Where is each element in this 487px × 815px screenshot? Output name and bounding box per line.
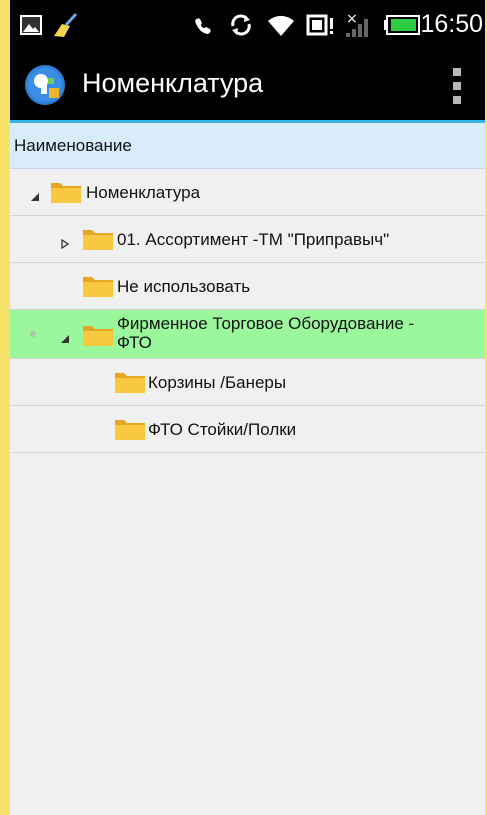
svg-text:×: × [346, 11, 358, 27]
folder-icon [82, 227, 114, 251]
tree-row-label: Не использовать [117, 276, 251, 296]
tree-row-baskets[interactable]: Корзины /Банеры [10, 359, 485, 406]
tree-row-label: ФТО Стойки/Полки [148, 419, 297, 439]
tree-row-label: Корзины /Банеры [148, 372, 287, 392]
tree-row-assortment[interactable]: 01. Ассортимент -ТМ "Приправыч" [10, 216, 485, 263]
expand-triangle-icon[interactable] [30, 187, 42, 201]
status-bar: × 16:50 [10, 0, 485, 50]
image-notification-icon [18, 12, 44, 38]
app-title: Номенклатура [82, 68, 264, 98]
tree-row-label-line1: Фирменное Торговое Оборудование - [117, 314, 415, 333]
folder-icon [82, 274, 114, 298]
tree-row-label: Фирменное Торговое Оборудование - ФТО [117, 314, 414, 352]
tree-row-label-line2: ФТО [117, 333, 152, 352]
tree-view: Наименование Номенклатура 01. Ассортимен… [10, 123, 485, 815]
folder-icon [50, 180, 82, 204]
tree-row-do-not-use[interactable]: Не использовать [10, 263, 485, 310]
folder-icon [114, 370, 146, 394]
battery-icon [384, 12, 420, 38]
app-logo-icon[interactable] [24, 64, 66, 106]
folder-icon [114, 417, 146, 441]
call-forward-icon [190, 12, 216, 38]
action-bar: Номенклатура [10, 50, 485, 123]
folder-icon [82, 323, 114, 347]
column-header[interactable]: Наименование [10, 123, 485, 169]
wifi-icon [266, 12, 296, 38]
tree-row-nomenclature[interactable]: Номенклатура [10, 169, 485, 216]
collapsed-triangle-icon[interactable] [60, 234, 72, 250]
sync-icon [228, 12, 254, 38]
tree-row-branded-equipment[interactable]: Фирменное Торговое Оборудование - ФТО [10, 310, 485, 359]
overflow-menu-icon[interactable] [453, 68, 463, 104]
expand-triangle-icon[interactable] [60, 329, 72, 343]
status-time: 16:50 [420, 10, 483, 38]
tree-row-label: Номенклатура [86, 182, 201, 202]
phone-screen: × 16:50 Номенклатура Наименование Номенк… [10, 0, 485, 815]
cleaner-icon [52, 12, 80, 38]
no-signal-icon: × [344, 11, 378, 38]
storage-alert-icon [306, 12, 336, 38]
selection-dot-icon [30, 331, 36, 337]
tree-row-racks[interactable]: ФТО Стойки/Полки [10, 406, 485, 453]
tree-row-label: 01. Ассортимент -ТМ "Приправыч" [117, 229, 390, 249]
